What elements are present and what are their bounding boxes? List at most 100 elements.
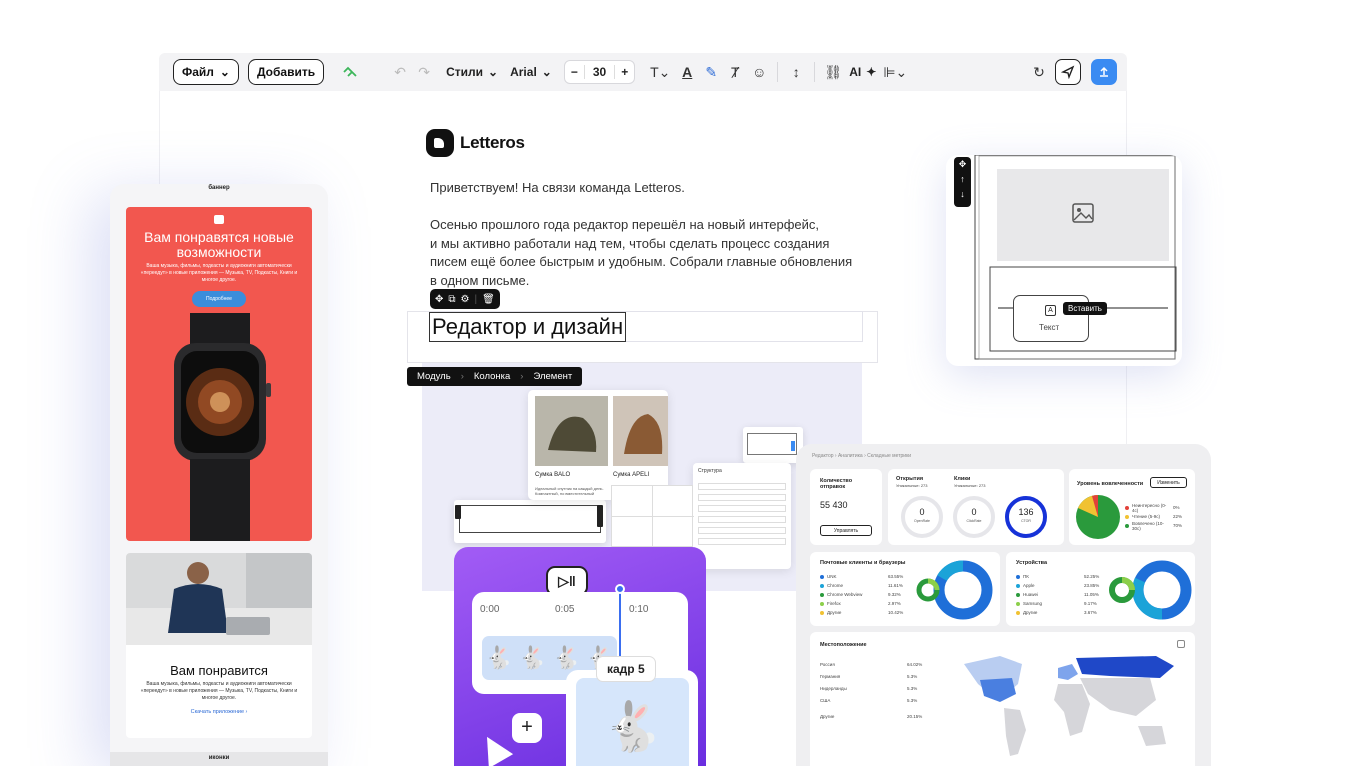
legend-label: Другие xyxy=(820,713,835,719)
timeline-tick: 0:10 xyxy=(629,604,649,615)
legend-row: ПК 52.25% xyxy=(1016,572,1099,581)
paragraph-line: и мы активно работали над тем, чтобы сде… xyxy=(430,235,830,251)
legend-value: 11.05% xyxy=(1084,592,1099,597)
structure-row[interactable] xyxy=(698,538,786,545)
expand-icon[interactable] xyxy=(1177,640,1185,648)
structure-row[interactable] xyxy=(698,527,786,534)
layout-thumbnail[interactable] xyxy=(743,427,803,463)
add-frame-button[interactable]: + xyxy=(512,713,542,743)
add-button[interactable]: Добавить xyxy=(247,59,325,85)
analytics-breadcrumb: Редактор › Аналитика › Складные метрики xyxy=(812,453,912,459)
legend-row: Samsung 9.17% xyxy=(1016,599,1099,608)
move-icon[interactable]: ✥ xyxy=(435,294,443,305)
content-card[interactable]: Вам понравится Ваша музыка, фильмы, подк… xyxy=(126,553,312,738)
rabbit-frame-icon: 🐇 xyxy=(485,645,513,670)
change-button[interactable]: Изменить xyxy=(1150,477,1187,488)
world-map xyxy=(964,656,1174,756)
link-icon[interactable]: ⛓ xyxy=(821,59,845,85)
opens-label: Открытия xyxy=(896,476,924,482)
devices-card: Устройства ПК 52.25% Apple 23.85% Huawei 11… xyxy=(1006,552,1195,626)
line-height-icon[interactable]: ↕ xyxy=(784,59,808,85)
section-label: баннер xyxy=(208,185,230,191)
ai-label: AI xyxy=(849,65,862,79)
chevron-down-icon: ⌄ xyxy=(219,65,230,79)
file-menu-button[interactable]: Файл ⌄ xyxy=(173,59,239,85)
history-icon[interactable]: ↻ xyxy=(1027,59,1051,85)
crumb-column[interactable]: Колонка xyxy=(464,371,520,382)
crumb-module[interactable]: Модуль xyxy=(407,371,461,382)
paragraph-line: Осенью прошлого года редактор перешёл на… xyxy=(430,217,820,232)
legend-row: США 5.3% xyxy=(820,694,922,706)
clients-title: Почтовые клиенты и браузеры xyxy=(820,560,906,566)
clicks-value: 0 xyxy=(971,507,977,517)
send-icon[interactable] xyxy=(1055,59,1081,85)
redo-icon[interactable]: ↷ xyxy=(412,59,436,85)
banner-text: Ваша музыка, фильмы, подкасты и аудиокни… xyxy=(140,263,298,283)
highlight-icon[interactable]: ✎ xyxy=(699,59,723,85)
product-card[interactable]: Сумка BALO Сумка APELI Идеальный спутник… xyxy=(528,390,668,500)
brand-logo: Letteros xyxy=(426,129,525,157)
legend-label: США xyxy=(820,697,831,703)
product-name: Сумка APELI xyxy=(613,472,650,478)
man-with-laptop-image xyxy=(126,553,312,645)
devices-title: Устройства xyxy=(1016,560,1048,566)
decrease-size-button[interactable]: − xyxy=(565,65,584,79)
clicks-label: Клики xyxy=(954,476,971,482)
manage-button[interactable]: Управлять xyxy=(820,525,872,536)
styles-dropdown[interactable]: Стили ⌄ xyxy=(440,59,504,85)
legend-value: 52.25% xyxy=(1084,574,1100,579)
sync-icon[interactable] xyxy=(338,59,362,85)
legend-value: 2.97% xyxy=(888,601,901,606)
banner-button[interactable]: Подробнее xyxy=(192,291,246,307)
increase-size-button[interactable]: + xyxy=(615,65,634,79)
banner-block[interactable]: Вам понравятся новые возможности Ваша му… xyxy=(126,207,312,541)
playhead-handle[interactable] xyxy=(615,584,625,594)
empty-column-grid[interactable] xyxy=(611,485,694,548)
structure-row[interactable] xyxy=(698,483,786,490)
font-size-value[interactable]: 30 xyxy=(583,65,616,79)
devices-legend: ПК 52.25% Apple 23.85% Huawei 11.05% Samsun… xyxy=(1016,572,1099,617)
clients-legend: UNK 63.55% Chrome 11.61% Chrome Webview 9.3… xyxy=(820,572,903,617)
font-dropdown[interactable]: Arial ⌄ xyxy=(504,59,558,85)
ctor-rate-label: CTOR xyxy=(1021,519,1031,523)
text-transform-icon[interactable]: T⌄ xyxy=(645,59,675,85)
rabbit-icon: 🐇 xyxy=(576,678,689,766)
text-color-icon[interactable]: A xyxy=(675,59,699,85)
drag-handle[interactable] xyxy=(455,505,461,519)
sent-card: Количество отправок 55 430 Управлять xyxy=(810,469,882,545)
legend-label: Firefox xyxy=(827,601,841,606)
duplicate-icon[interactable]: ⧉ xyxy=(448,294,455,305)
crumb-element[interactable]: Элемент xyxy=(523,371,582,382)
legend-dot xyxy=(1125,523,1129,528)
align-icon[interactable]: ⊫⌄ xyxy=(880,59,910,85)
ai-button[interactable]: AI ✦ xyxy=(845,59,880,85)
emoji-icon[interactable]: ☺ xyxy=(747,59,771,85)
animation-editor: ▷‖ 0:00 0:05 0:10 🐇🐇🐇🐇 🐇 кадр 5 + xyxy=(454,547,706,766)
grid-divider xyxy=(652,486,653,548)
legend-row: Неинтересно (0-4с) 0% xyxy=(1125,503,1182,513)
structure-row[interactable] xyxy=(698,494,786,501)
drag-handle[interactable]: ✥ ↑ ↓ xyxy=(954,157,971,207)
settings-icon[interactable]: ⚙ xyxy=(461,294,470,305)
legend-dot xyxy=(820,601,824,606)
structure-row[interactable] xyxy=(698,505,786,512)
clear-format-icon[interactable]: Ⱦ xyxy=(723,59,747,85)
font-size-stepper[interactable]: − 30 + xyxy=(563,60,636,84)
delete-icon[interactable]: 🗑 xyxy=(482,294,495,305)
legend-value: 64.02% xyxy=(907,661,923,667)
drag-handle[interactable] xyxy=(597,505,603,527)
structure-row[interactable] xyxy=(698,516,786,523)
undo-icon[interactable]: ↶ xyxy=(388,59,412,85)
legend-value: 20.15% xyxy=(907,713,923,719)
legend-dot xyxy=(820,592,824,597)
upload-icon[interactable] xyxy=(1091,59,1117,85)
legend-label: Chrome xyxy=(827,583,844,588)
heading-element[interactable]: Редактор и дизайн xyxy=(429,312,627,342)
legend-row: Вовлечено (10-30с) 70% xyxy=(1125,521,1182,531)
download-app-link[interactable]: Скачать приложение › xyxy=(126,709,312,715)
legend-row: Нидерланды 5.3% xyxy=(820,682,922,694)
element-toolbar: ✥ ⧉ ⚙ | 🗑 xyxy=(430,289,500,309)
layout-thumbnail[interactable] xyxy=(454,500,606,543)
legend-dot xyxy=(1016,592,1020,597)
structure-panel: Структура xyxy=(693,463,791,569)
